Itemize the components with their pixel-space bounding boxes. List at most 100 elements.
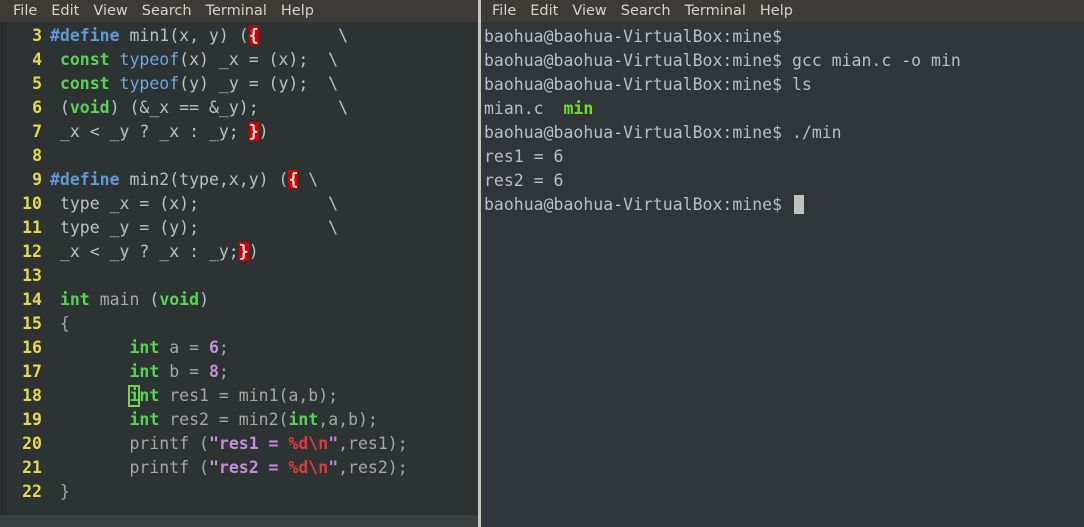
code-editor[interactable]: 3 #define min1(x, y) ({ \ 4 const typeof(x… (0, 22, 478, 527)
editor-menubar: File Edit View Search Terminal Help (0, 0, 478, 22)
terminal-menu-terminal[interactable]: Terminal (678, 0, 753, 22)
code-line[interactable]: 19 int res2 = min2(int,a,b); (0, 408, 478, 432)
terminal-line: baohua@baohua-VirtualBox:mine$ gcc mian.… (484, 49, 1084, 73)
code-line[interactable]: 12 _x < _y ? _x : _y;}) (0, 240, 478, 264)
program-output: res2 = 6 (484, 171, 564, 190)
terminal-menu-file[interactable]: File (485, 0, 523, 22)
code-token: { (248, 26, 259, 45)
code-line[interactable]: 18 int res1 = min1(a,b); (0, 384, 478, 408)
code-token: 6 (208, 338, 219, 357)
code-text[interactable]: const typeof(y) _y = (y); \ (42, 72, 338, 96)
code-line[interactable]: 5 const typeof(y) _y = (y); \ (0, 72, 478, 96)
code-token: = (189, 362, 200, 381)
editor-menu-file[interactable]: File (6, 0, 44, 22)
code-token: (y) _y = (y); \ (179, 74, 339, 93)
code-token: _x < _y ? _x : _y; (50, 242, 239, 261)
code-text[interactable]: #define min2(type,x,y) ({ \ (42, 168, 318, 192)
line-number: 22 (22, 482, 42, 501)
code-token: type _x = (x); \ (50, 194, 339, 213)
terminal-line: baohua@baohua-VirtualBox:mine$ ./min (484, 121, 1084, 145)
line-number: 15 (22, 314, 42, 333)
code-token: min2 (119, 170, 170, 189)
code-area[interactable]: 3 #define min1(x, y) ({ \ 4 const typeof(x… (0, 22, 478, 504)
terminal-menu-search[interactable]: Search (614, 0, 678, 22)
code-line[interactable]: 22 } (0, 480, 478, 504)
editor-menu-terminal[interactable]: Terminal (199, 0, 274, 22)
editor-status-strip (0, 515, 478, 527)
code-line[interactable]: 3 #define min1(x, y) ({ \ (0, 24, 478, 48)
line-number: 11 (22, 218, 42, 237)
terminal-menu-help[interactable]: Help (753, 0, 800, 22)
code-line[interactable]: 7 _x < _y ? _x : _y; }) (0, 120, 478, 144)
code-token: ,res1); (338, 434, 408, 453)
code-text[interactable]: int main (void) (42, 288, 209, 312)
code-line[interactable]: 20 printf ("res1 = %d\n",res1); (0, 432, 478, 456)
terminal-output[interactable]: baohua@baohua-VirtualBox:mine$ baohua@bao… (481, 22, 1084, 527)
code-line[interactable]: 13 (0, 264, 478, 288)
code-text[interactable]: int b = 8; (42, 360, 228, 384)
editor-menu-search[interactable]: Search (135, 0, 199, 22)
code-line[interactable]: 4 const typeof(x) _x = (x); \ (0, 48, 478, 72)
terminal-line: baohua@baohua-VirtualBox:mine$ (484, 25, 1084, 49)
code-text[interactable]: _x < _y ? _x : _y; }) (42, 120, 269, 144)
code-line[interactable]: 9 #define min2(type,x,y) ({ \ (0, 168, 478, 192)
code-token: #define (50, 170, 120, 189)
code-token: ; (218, 338, 229, 357)
code-token: ,a,b); (318, 410, 378, 429)
line-number: 16 (22, 338, 42, 357)
code-token: printf ( (50, 434, 209, 453)
code-token: %d\n (288, 434, 329, 453)
code-text[interactable] (42, 144, 50, 168)
code-text[interactable]: { (42, 312, 70, 336)
code-line[interactable]: 10 type _x = (x); \ (0, 192, 478, 216)
code-token: = (189, 338, 200, 357)
editor-menu-edit[interactable]: Edit (44, 0, 86, 22)
code-text[interactable]: int a = 6; (42, 336, 229, 360)
line-number: 6 (32, 98, 42, 117)
code-text[interactable]: int res2 = min2(int,a,b); (42, 408, 378, 432)
code-token: ) (248, 242, 259, 261)
code-text[interactable]: } (42, 480, 70, 504)
code-text[interactable]: _x < _y ? _x : _y;}) (42, 240, 259, 264)
code-line[interactable]: 21 printf ("res2 = %d\n",res2); (0, 456, 478, 480)
code-text[interactable]: (void) (&_x == &_y); \ (42, 96, 348, 120)
code-token: int (59, 290, 90, 309)
code-line[interactable]: 17 int b = 8; (0, 360, 478, 384)
text-cursor: i (128, 385, 141, 407)
code-text[interactable]: const typeof(x) _x = (x); \ (42, 48, 338, 72)
code-token: (x, y) ( (169, 26, 249, 45)
code-line[interactable]: 11 type _y = (y); \ (0, 216, 478, 240)
terminal-line: baohua@baohua-VirtualBox:mine$ (484, 193, 1084, 217)
terminal-menu-edit[interactable]: Edit (523, 0, 565, 22)
code-text[interactable]: type _y = (y); \ (42, 216, 338, 240)
code-text[interactable]: int res1 = min1(a,b); (42, 384, 338, 408)
code-token: const (59, 50, 110, 69)
code-text[interactable]: printf ("res2 = %d\n",res2); (42, 456, 407, 480)
editor-menu-view[interactable]: View (86, 0, 134, 22)
code-line[interactable]: 16 int a = 6; (0, 336, 478, 360)
line-number: 3 (32, 26, 42, 45)
code-text[interactable]: #define min1(x, y) ({ \ (42, 24, 348, 48)
code-line[interactable]: 6 (void) (&_x == &_y); \ (0, 96, 478, 120)
terminal-menu-view[interactable]: View (565, 0, 613, 22)
code-token: nt (139, 386, 160, 405)
code-line[interactable]: 15 { (0, 312, 478, 336)
code-text[interactable]: type _x = (x); \ (42, 192, 338, 216)
executable-name: min (563, 99, 594, 118)
code-token: " (328, 458, 339, 477)
code-text[interactable]: printf ("res1 = %d\n",res1); (42, 432, 408, 456)
code-token: } (238, 242, 249, 261)
code-line[interactable]: 14 int main (void) (0, 288, 478, 312)
code-text[interactable] (42, 264, 50, 288)
code-token: printf ( (50, 458, 209, 477)
code-token: int (288, 410, 319, 429)
code-line[interactable]: 8 (0, 144, 478, 168)
line-number: 9 (32, 170, 42, 189)
editor-menu-help[interactable]: Help (274, 0, 321, 22)
terminal-line: res2 = 6 (484, 169, 1084, 193)
